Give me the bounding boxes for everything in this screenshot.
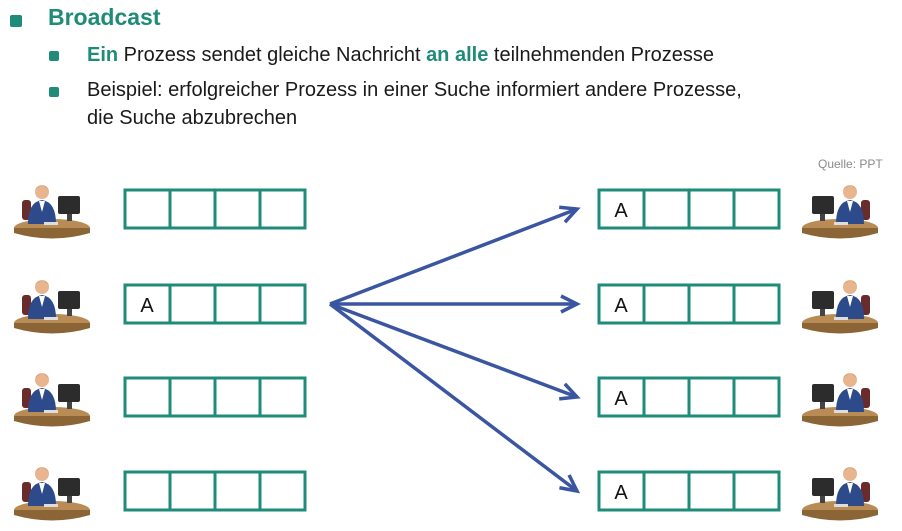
buffer-cell-label: A xyxy=(614,388,628,410)
buffer-cell xyxy=(168,188,217,230)
person-at-computer-icon xyxy=(802,280,878,334)
buffer-cell xyxy=(213,376,262,418)
person-at-computer-icon xyxy=(802,373,878,427)
buffer-cell xyxy=(123,188,172,230)
buffer-cell xyxy=(642,470,691,512)
buffer-cell xyxy=(732,470,781,512)
broadcast-arrow-1 xyxy=(329,205,581,306)
buffer-cell xyxy=(732,376,781,418)
buffer-cell xyxy=(258,470,307,512)
buffer-cell xyxy=(123,376,172,418)
buffer-cell xyxy=(168,470,217,512)
broadcast-arrow-4 xyxy=(328,302,581,494)
buffer-cell xyxy=(213,188,262,230)
buffer-cell xyxy=(642,283,691,325)
broadcast-arrow-2 xyxy=(330,294,581,314)
buffer-cell-label: A xyxy=(614,200,628,222)
right-buffer-2: A xyxy=(597,283,781,325)
person-at-computer-icon xyxy=(14,373,90,427)
person-at-computer-icon xyxy=(802,467,878,521)
buffer-cell-label: A xyxy=(614,295,628,317)
broadcast-arrow-3 xyxy=(329,302,581,401)
person-at-computer-icon xyxy=(802,185,878,239)
left-buffer-1 xyxy=(123,188,307,230)
buffer-cell xyxy=(258,283,307,325)
buffer-cell xyxy=(168,376,217,418)
buffer-cell xyxy=(687,376,736,418)
right-buffer-4: A xyxy=(597,470,781,512)
buffer-cell-label: A xyxy=(614,482,628,504)
person-at-computer-icon xyxy=(14,280,90,334)
broadcast-diagram: A A A A A xyxy=(14,185,878,521)
buffer-cell xyxy=(687,188,736,230)
buffer-cell xyxy=(687,470,736,512)
buffer-cell xyxy=(642,188,691,230)
buffer-cell xyxy=(642,376,691,418)
buffer-cell xyxy=(123,470,172,512)
right-buffer-1: A xyxy=(597,188,781,230)
buffer-cell xyxy=(213,283,262,325)
left-buffer-4 xyxy=(123,470,307,512)
buffer-cell xyxy=(213,470,262,512)
buffer-cell xyxy=(258,376,307,418)
left-buffer-2: A xyxy=(123,283,307,325)
buffer-cell-label: A xyxy=(140,295,154,317)
buffer-cell xyxy=(258,188,307,230)
right-buffer-3: A xyxy=(597,376,781,418)
buffer-cell xyxy=(732,283,781,325)
buffer-cell xyxy=(687,283,736,325)
buffer-cell xyxy=(168,283,217,325)
buffer-cell xyxy=(732,188,781,230)
person-at-computer-icon xyxy=(14,467,90,521)
person-at-computer-icon xyxy=(14,185,90,239)
left-buffer-3 xyxy=(123,376,307,418)
